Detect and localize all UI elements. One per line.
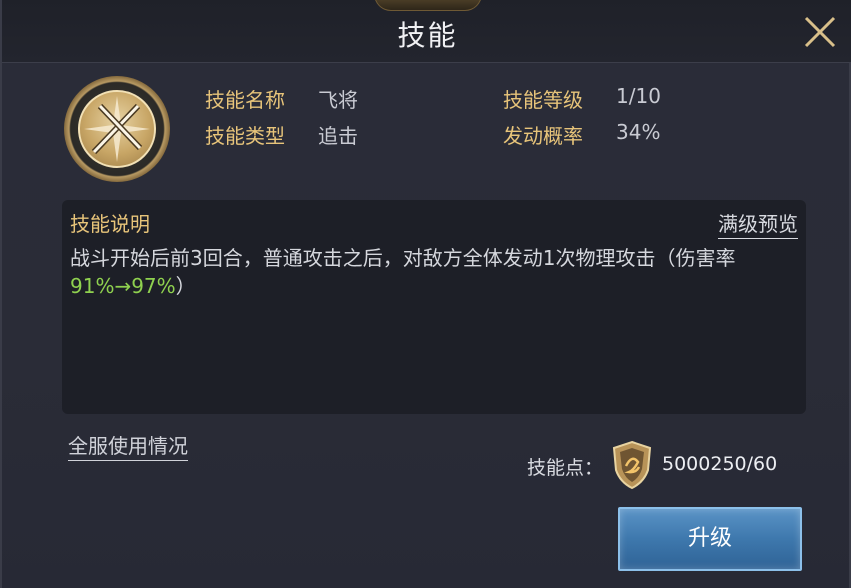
close-button[interactable]: [800, 12, 840, 52]
header-ornament: [374, 0, 482, 11]
description-box: 技能说明 满级预览 战斗开始后前3回合，普通攻击之后，对敌方全体发动1次物理攻击…: [62, 200, 806, 414]
skill-name-label: 技能名称: [205, 88, 285, 112]
skill-points-label: 技能点：: [527, 457, 604, 479]
description-title: 技能说明: [70, 212, 150, 236]
skill-level-value: 1/10: [616, 84, 661, 108]
description-text: 战斗开始后前3回合，普通攻击之后，对敌方全体发动1次物理攻击（伤害率 91%→97…: [70, 244, 798, 300]
skill-level-label: 技能等级: [503, 88, 583, 112]
trigger-rate-value: 34%: [616, 120, 661, 144]
close-icon: [804, 16, 836, 48]
skill-icon: [64, 76, 170, 182]
page-title: 技能: [397, 19, 458, 52]
trigger-rate-label: 发动概率: [503, 124, 583, 148]
dialog-header: 技能: [2, 0, 851, 63]
crossed-swords-icon: [78, 90, 156, 168]
max-level-preview-link[interactable]: 满级预览: [718, 208, 798, 239]
skill-type-value: 追击: [318, 124, 358, 148]
damage-rate-highlight: 91%→97%: [70, 274, 176, 298]
upgrade-button[interactable]: 升级: [618, 507, 802, 571]
skill-name-value: 飞将: [318, 88, 358, 112]
description-text-suffix: ）: [175, 274, 196, 298]
skill-type-label: 技能类型: [205, 124, 285, 148]
skill-dialog: 技能 技能名称 飞将 技能等级 1/10 技能类型 追击 发动概率 34% 技能…: [0, 0, 851, 588]
skill-points-value: 5000250/60: [662, 453, 778, 475]
server-usage-link[interactable]: 全服使用情况: [68, 430, 188, 461]
shield-icon: [610, 440, 654, 490]
description-text-prefix: 战斗开始后前3回合，普通攻击之后，对敌方全体发动1次物理攻击（伤害率: [70, 246, 736, 270]
